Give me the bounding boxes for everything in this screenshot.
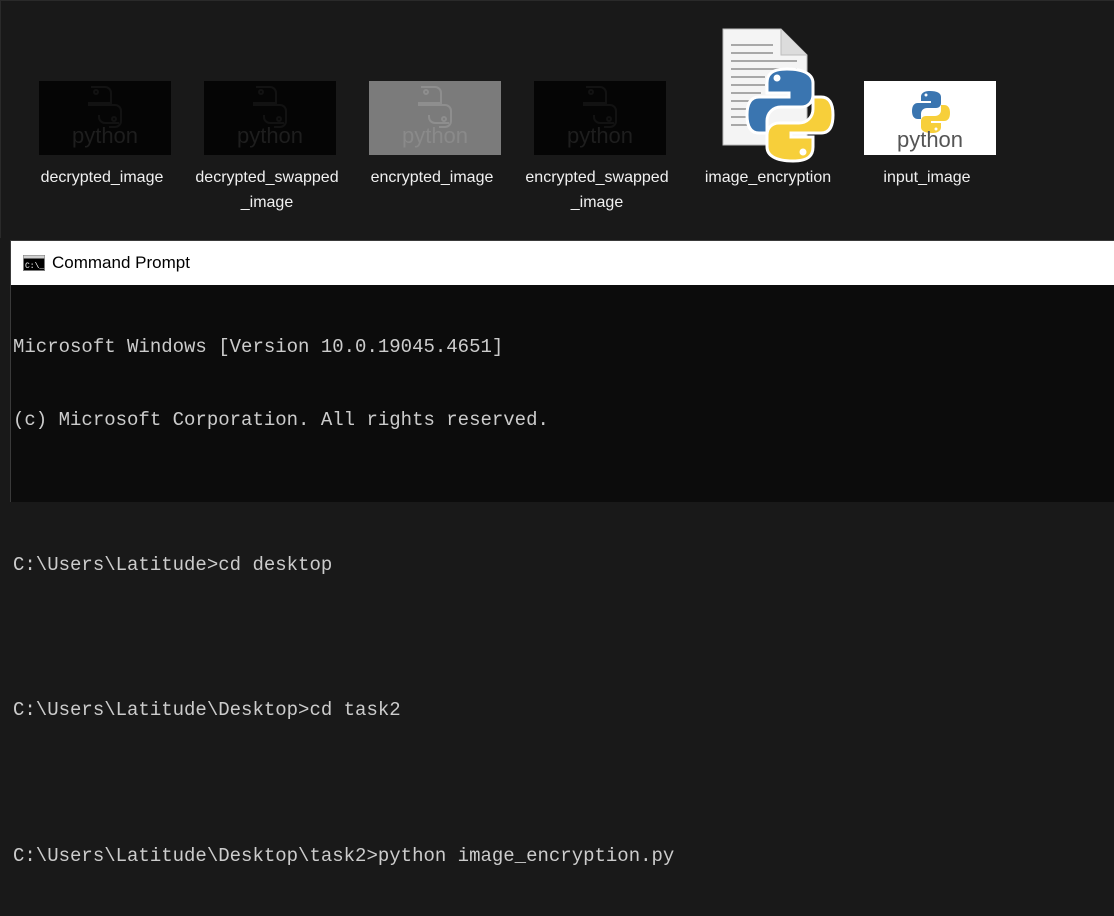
thumb-word: python	[567, 123, 633, 148]
image-thumbnail: python	[39, 81, 171, 155]
file-name: encrypted_swapped_image	[525, 169, 669, 211]
file-explorer: python decrypted_image python decrypted_…	[0, 0, 1114, 238]
console-line: C:\Users\Latitude>cd desktop	[13, 554, 333, 577]
console-output[interactable]: Microsoft Windows [Version 10.0.19045.46…	[13, 287, 1114, 866]
file-name: image_encryption	[704, 169, 832, 186]
image-thumbnail: python	[204, 81, 336, 155]
thumb-word: python	[402, 123, 468, 148]
thumb-word: python	[897, 127, 963, 152]
file-name: encrypted_image	[370, 169, 494, 186]
console-line: C:\Users\Latitude\Desktop\task2>python i…	[13, 844, 675, 867]
file-name: input_image	[883, 169, 971, 186]
command-prompt-window[interactable]: C:\_ Command Prompt Microsoft Windows [V…	[10, 240, 1114, 867]
file-name: decrypted_image	[40, 169, 164, 186]
cmd-icon: C:\_	[23, 255, 45, 271]
svg-text:C:\_: C:\_	[25, 262, 44, 271]
console-line: (c) Microsoft Corporation. All rights re…	[13, 409, 549, 431]
thumb-word: python	[237, 123, 303, 148]
console-line: Microsoft Windows [Version 10.0.19045.46…	[13, 336, 504, 359]
title-bar[interactable]: C:\_ Command Prompt	[11, 241, 1114, 285]
file-name: decrypted_swapped_image	[195, 169, 339, 211]
window-title: Command Prompt	[52, 253, 190, 272]
console-line: C:\Users\Latitude\Desktop>cd task2	[13, 699, 401, 722]
image-thumbnail: python	[864, 81, 996, 155]
thumb-word: python	[72, 123, 138, 148]
image-thumbnail: python	[534, 81, 666, 155]
python-file-icon	[722, 28, 835, 163]
image-thumbnail: python	[369, 81, 501, 155]
